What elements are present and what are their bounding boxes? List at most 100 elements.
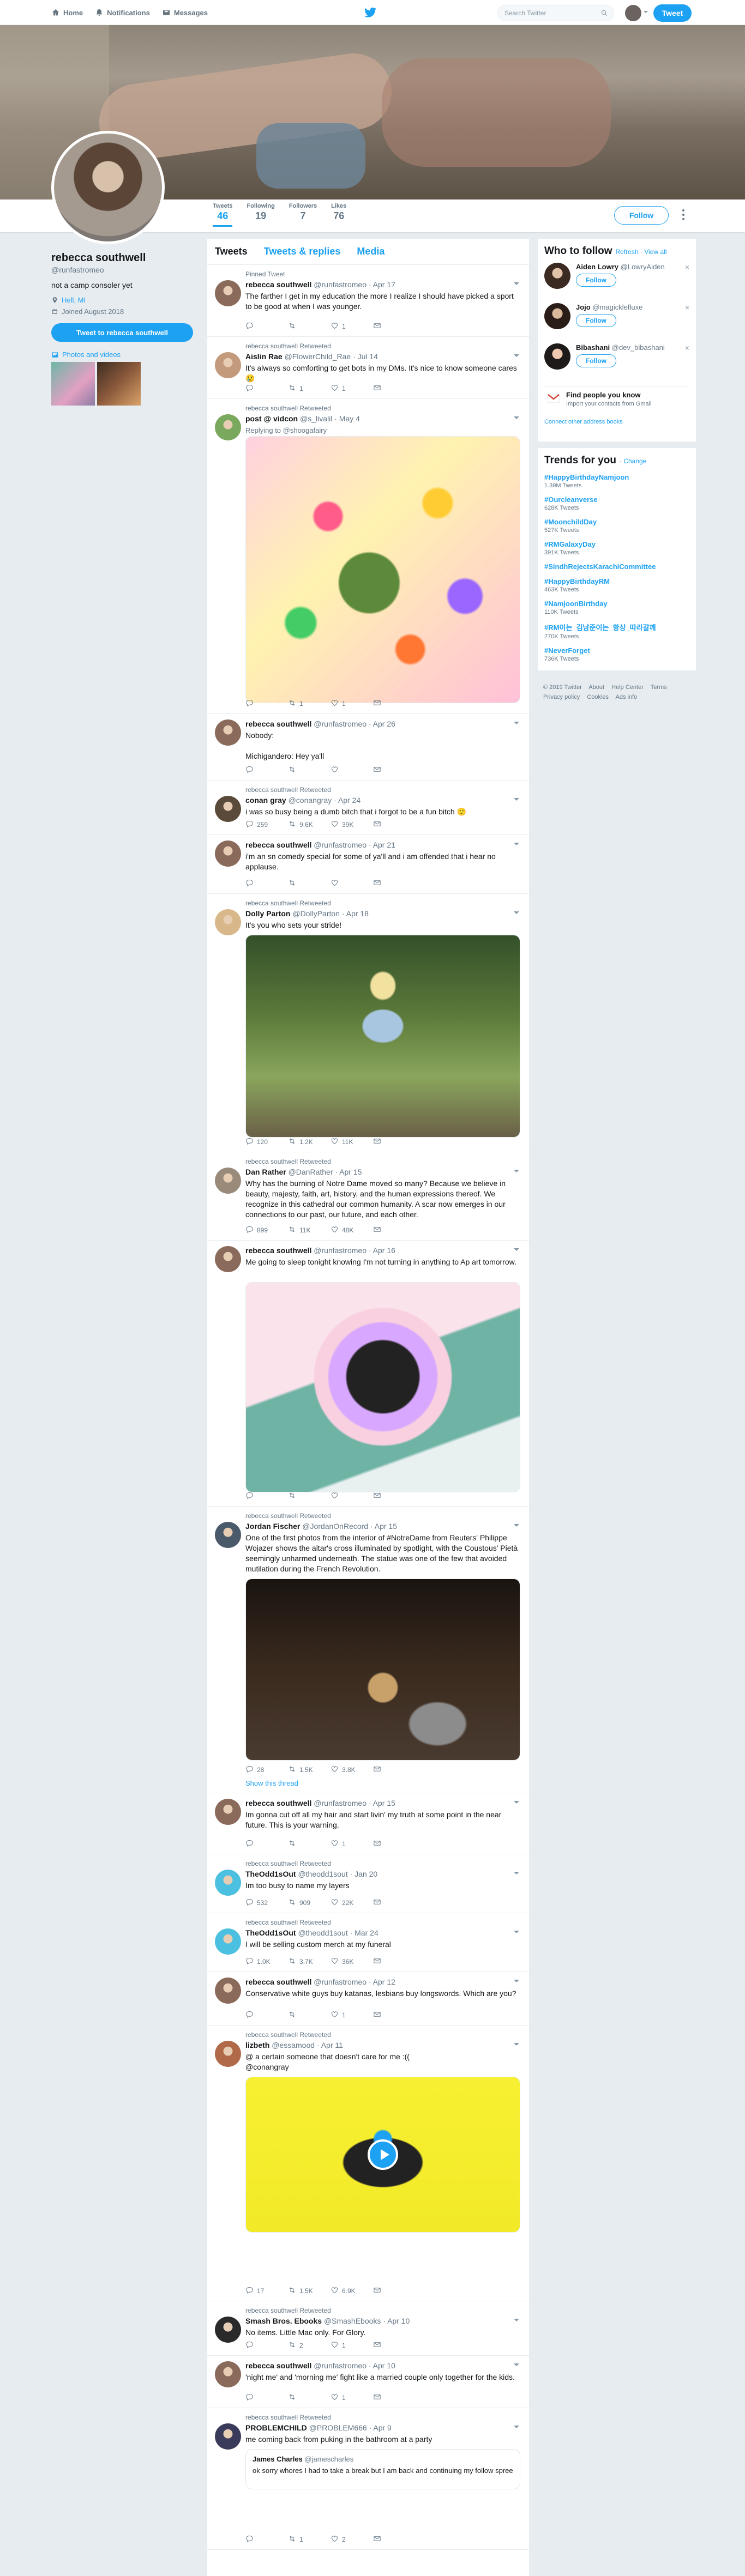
footer-link[interactable]: Privacy policy: [543, 694, 580, 700]
reply-button[interactable]: [245, 2341, 288, 2350]
tweet-author-name[interactable]: rebecca southwell: [245, 719, 311, 728]
tweet-menu-caret-icon[interactable]: [514, 1980, 519, 1985]
trend-tag[interactable]: #MoonchildDay: [544, 518, 689, 526]
play-video-icon[interactable]: [368, 2139, 398, 2170]
dismiss-icon[interactable]: ×: [685, 343, 689, 352]
trend-item[interactable]: #RM이는_김남준이는_항상_따라갈께 270K Tweets: [544, 622, 689, 640]
retweet-button[interactable]: 1: [288, 699, 331, 709]
trend-tag[interactable]: #Ourcleanverse: [544, 495, 689, 504]
nav-home[interactable]: Home: [51, 8, 83, 17]
trend-item[interactable]: #NeverForget 736K Tweets: [544, 646, 689, 662]
tweet[interactable]: rebecca southwell Retweeted lizbeth @essa…: [207, 2025, 529, 2301]
trend-tag[interactable]: #SindhRejectsKarachiCommittee: [544, 563, 689, 571]
profile-handle[interactable]: @runfastromeo: [51, 265, 196, 274]
avatar[interactable]: [215, 1978, 241, 2004]
tweet-menu-caret-icon[interactable]: [514, 1170, 519, 1175]
tweet[interactable]: rebecca southwell @runfastromeo · Apr 15…: [207, 1793, 529, 1854]
tweet-author-name[interactable]: conan gray: [245, 796, 286, 805]
retweet-button[interactable]: 11K: [288, 1225, 331, 1235]
follow-suggested-button[interactable]: Follow: [576, 354, 616, 367]
tweet-author-name[interactable]: post @ vidcon: [245, 414, 298, 423]
avatar[interactable]: [215, 909, 241, 935]
dismiss-icon[interactable]: ×: [685, 303, 689, 312]
change-trends-link[interactable]: Change: [623, 457, 646, 465]
account-avatar[interactable]: [625, 5, 641, 21]
find-people-title[interactable]: Find people you know: [566, 391, 641, 399]
tweet-author-name[interactable]: rebecca southwell: [245, 1799, 311, 1807]
retweet-button[interactable]: [288, 765, 331, 775]
tweet-author-handle[interactable]: @runfastromeo · Apr 15: [314, 1799, 395, 1807]
retweet-button[interactable]: [288, 1491, 331, 1501]
tweet-menu-caret-icon[interactable]: [514, 1872, 519, 1877]
suggested-user-name[interactable]: Aiden Lowry: [576, 263, 618, 271]
trend-tag[interactable]: #HappyBirthdayNamjoon: [544, 473, 689, 481]
avatar[interactable]: [215, 1799, 241, 1825]
refresh-link[interactable]: Refresh: [616, 248, 639, 256]
tweet-author-name[interactable]: PROBLEMCHILD: [245, 2423, 307, 2432]
tweet[interactable]: rebecca southwell Retweeted TheOdd1sOut @…: [207, 1913, 529, 1972]
direct-message-button[interactable]: [373, 879, 416, 888]
trend-item[interactable]: #HappyBirthdayRM 463K Tweets: [544, 577, 689, 593]
tweet-author-handle[interactable]: @runfastromeo · Apr 12: [314, 1978, 395, 1986]
tweet[interactable]: rebecca southwell @runfastromeo · Apr 16…: [207, 1241, 529, 1507]
avatar[interactable]: [544, 263, 570, 289]
tweet-author-handle[interactable]: @theodd1sout · Mar 24: [298, 1928, 378, 1937]
avatar[interactable]: [215, 1870, 241, 1896]
tweet-author-handle[interactable]: @conangray · Apr 24: [289, 796, 361, 805]
tweet-author-name[interactable]: Smash Bros. Ebooks: [245, 2317, 322, 2325]
like-button[interactable]: [331, 879, 373, 888]
like-button[interactable]: 1: [331, 322, 373, 331]
trend-item[interactable]: #SindhRejectsKarachiCommittee: [544, 563, 689, 571]
stat-tweets[interactable]: Tweets 46: [213, 203, 233, 227]
tweet-author-handle[interactable]: @JordanOnRecord · Apr 15: [302, 1522, 397, 1531]
stat-likes[interactable]: Likes 76: [331, 203, 346, 227]
direct-message-button[interactable]: [373, 384, 416, 394]
tweet-menu-caret-icon[interactable]: [514, 798, 519, 803]
tweet-author-handle[interactable]: @essamood · Apr 11: [272, 2041, 343, 2049]
dismiss-icon[interactable]: ×: [685, 263, 689, 271]
tweet-author-handle[interactable]: @DollyParton · Apr 18: [292, 909, 369, 918]
suggested-user[interactable]: Jojo @magicklefluxe Follow ×: [544, 303, 689, 338]
like-button[interactable]: 1: [331, 2341, 373, 2350]
tweet-menu-caret-icon[interactable]: [514, 2043, 519, 2048]
like-button[interactable]: 39K: [331, 820, 373, 830]
tweet-author-handle[interactable]: @runfastromeo · Apr 21: [314, 840, 395, 849]
profile-location-link[interactable]: Hell, MI: [62, 296, 86, 304]
reply-button[interactable]: 1.0K: [245, 1957, 288, 1967]
reply-button[interactable]: 899: [245, 1225, 288, 1235]
tweet-author-handle[interactable]: @runfastromeo · Apr 10: [314, 2361, 395, 2370]
tweet-author-handle[interactable]: @runfastromeo · Apr 17: [314, 280, 395, 289]
reply-button[interactable]: [245, 2010, 288, 2020]
reply-button[interactable]: [245, 322, 288, 331]
photo-thumbnail[interactable]: [97, 362, 141, 406]
tweet-author-name[interactable]: lizbeth: [245, 2041, 269, 2049]
retweet-button[interactable]: 1: [288, 2535, 331, 2544]
photos-and-videos-link[interactable]: Photos and videos: [51, 350, 196, 359]
footer-link[interactable]: Terms: [651, 684, 667, 691]
like-button[interactable]: 1: [331, 2010, 373, 2020]
reply-button[interactable]: [245, 879, 288, 888]
avatar[interactable]: [215, 280, 241, 306]
tweet-menu-caret-icon[interactable]: [514, 843, 519, 848]
trend-tag[interactable]: #RM이는_김남준이는_항상_따라갈께: [544, 622, 689, 632]
tweet[interactable]: rebecca southwell @runfastromeo · Apr 21…: [207, 835, 529, 894]
like-button[interactable]: 1: [331, 1839, 373, 1849]
tweet-author-name[interactable]: rebecca southwell: [245, 280, 311, 289]
nav-messages[interactable]: Messages: [162, 8, 208, 17]
like-button[interactable]: 6.9K: [331, 2286, 373, 2296]
twitter-bird-icon[interactable]: [364, 7, 376, 18]
retweet-button[interactable]: [288, 879, 331, 888]
avatar[interactable]: [215, 1928, 241, 1955]
reply-button[interactable]: 17: [245, 2286, 288, 2296]
avatar[interactable]: [215, 2423, 241, 2450]
compose-tweet-button[interactable]: Tweet: [653, 4, 692, 22]
like-button[interactable]: 36K: [331, 1957, 373, 1967]
tweet-author-handle[interactable]: @PROBLEM666 · Apr 9: [309, 2423, 392, 2432]
reply-button[interactable]: [245, 2535, 288, 2544]
retweet-button[interactable]: 1.5K: [288, 1765, 331, 1775]
photo-thumbnail[interactable]: [51, 362, 95, 406]
more-options-icon[interactable]: [682, 209, 685, 220]
connect-address-books-link[interactable]: Connect other address books: [544, 419, 689, 425]
tweet-author-handle[interactable]: @SmashEbooks · Apr 10: [324, 2317, 410, 2325]
reply-button[interactable]: [245, 2393, 288, 2403]
